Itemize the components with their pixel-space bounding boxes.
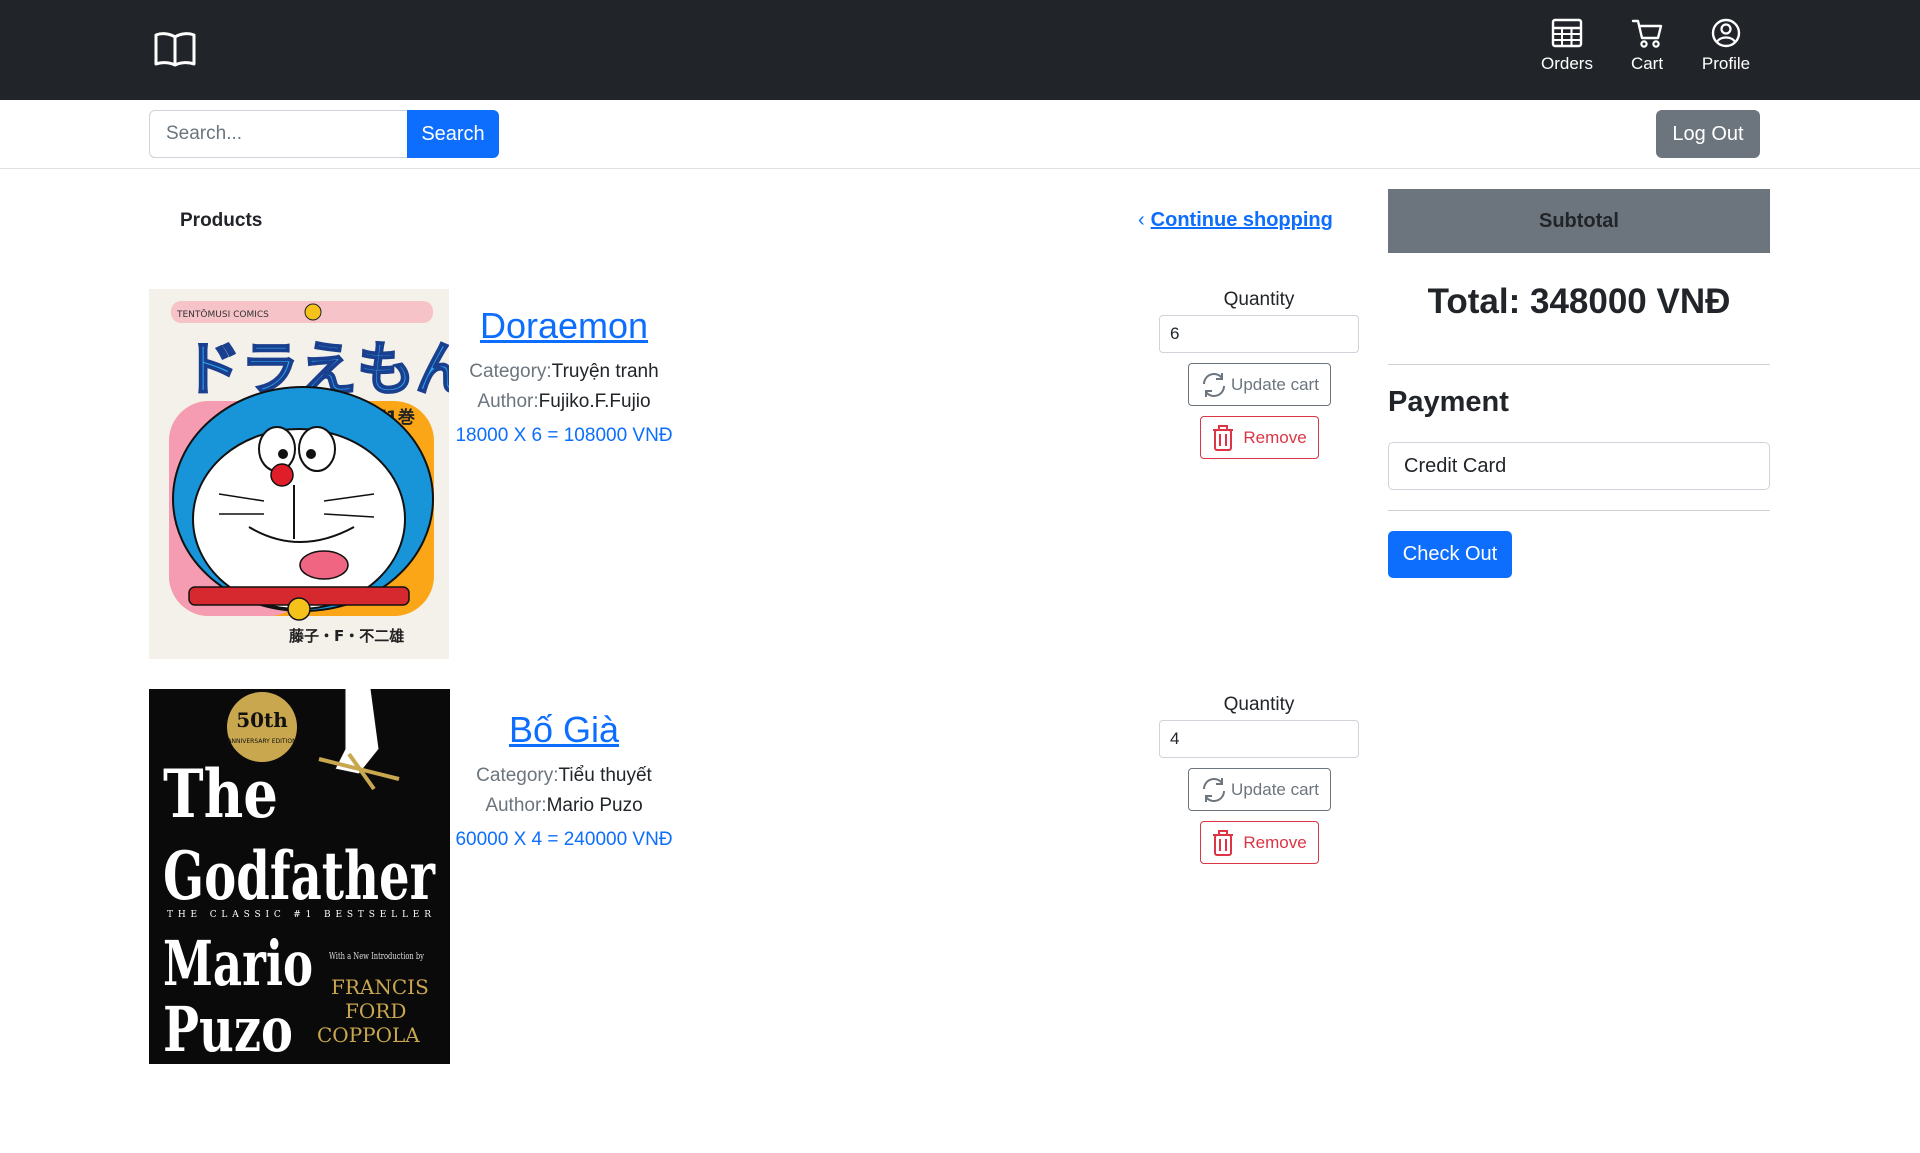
product-title-link[interactable]: Bố Già <box>439 709 689 751</box>
cover-title-line2: Godfather <box>163 837 436 915</box>
cart-icon <box>1631 19 1663 48</box>
chevron-left-icon: ‹ <box>1138 209 1145 231</box>
cover-badge-top: 50th <box>236 708 288 732</box>
nav-orders[interactable]: Orders <box>1535 18 1599 74</box>
payment-method-select[interactable]: Credit Card <box>1388 442 1770 490</box>
search-input[interactable] <box>149 110 408 158</box>
category-value: Tiểu thuyết <box>558 765 652 786</box>
cart-item: 50th ANNIVERSARY EDITION The Godfather T… <box>149 689 1359 1064</box>
book-logo-icon[interactable] <box>153 31 197 67</box>
cover-intro-name1: FRANCIS <box>331 975 429 999</box>
payment-method-value: Credit Card <box>1404 454 1507 477</box>
remove-button[interactable]: Remove <box>1199 821 1319 864</box>
product-title-link[interactable]: Doraemon <box>439 305 689 347</box>
subtotal-header: Subtotal <box>1388 189 1770 253</box>
author-label: Author: <box>477 391 539 412</box>
author-value: Mario Puzo <box>546 795 643 816</box>
quantity-block: Quantity Update cart Remove <box>1158 694 1360 864</box>
cover-author-line1: Mario <box>163 927 313 1000</box>
quantity-label: Quantity <box>1223 694 1295 715</box>
product-category: Category:Truyện tranh <box>439 357 689 387</box>
update-cart-label: Update cart <box>1231 374 1319 394</box>
category-value: Truyện tranh <box>551 361 659 382</box>
cover-author: 藤子・F・不二雄 <box>289 627 404 645</box>
quantity-input[interactable] <box>1159 315 1359 353</box>
author-label: Author: <box>485 795 547 816</box>
product-category: Category:Tiểu thuyết <box>439 761 689 791</box>
trash-icon <box>1213 424 1234 451</box>
refresh-icon <box>1203 372 1226 397</box>
quantity-input[interactable] <box>1159 720 1359 758</box>
checkout-button[interactable]: Check Out <box>1388 531 1512 578</box>
product-info: Bố Già Category:Tiểu thuyết Author:Mario… <box>439 709 689 851</box>
category-label: Category: <box>476 765 559 786</box>
order-total: Total: 348000 VNĐ <box>1427 282 1731 321</box>
trash-icon <box>1213 829 1234 856</box>
payment-heading: Payment <box>1388 386 1509 418</box>
update-cart-button[interactable]: Update cart <box>1187 768 1331 811</box>
cover-intro-name3: COPPOLA <box>317 1023 420 1047</box>
search-button[interactable]: Search <box>407 110 499 158</box>
top-navbar: Orders Cart Profile <box>0 0 1920 100</box>
cover-title-line1: The <box>163 755 278 833</box>
table-icon <box>1551 18 1583 48</box>
cart-item: TENTŌMUSI COMICS ドラえもん 第1巻 藤子・F・不二雄 Dora… <box>149 289 1359 659</box>
author-value: Fujiko.F.Fujio <box>538 391 651 412</box>
quantity-label: Quantity <box>1223 289 1295 310</box>
product-info: Doraemon Category:Truyện tranh Author:Fu… <box>439 305 689 447</box>
remove-label: Remove <box>1243 427 1307 447</box>
quantity-block: Quantity Update cart Remove <box>1158 289 1360 459</box>
remove-label: Remove <box>1243 832 1307 852</box>
category-label: Category: <box>469 361 552 382</box>
product-price-line: 60000 X 4 = 240000 VNĐ <box>455 829 673 850</box>
remove-button[interactable]: Remove <box>1199 416 1319 459</box>
cover-header: TENTŌMUSI COMICS <box>176 309 269 320</box>
nav-profile[interactable]: Profile <box>1697 18 1755 74</box>
godfather-cover-image: 50th ANNIVERSARY EDITION The Godfather T… <box>149 689 450 1064</box>
logout-button[interactable]: Log Out <box>1656 110 1760 158</box>
cover-intro-name2: FORD <box>345 999 406 1023</box>
refresh-icon <box>1203 777 1226 802</box>
product-price-line: 18000 X 6 = 108000 VNĐ <box>455 425 673 446</box>
nav-orders-label: Orders <box>1541 54 1593 73</box>
products-heading: Products <box>180 210 263 231</box>
cover-badge-bottom: ANNIVERSARY EDITION <box>227 738 296 745</box>
doraemon-cover-image: TENTŌMUSI COMICS ドラえもん 第1巻 藤子・F・不二雄 <box>149 289 449 659</box>
cover-intro: With a New Introduction by <box>329 952 425 962</box>
nav-cart[interactable]: Cart <box>1626 18 1668 74</box>
nav-profile-label: Profile <box>1701 54 1751 73</box>
product-author: Author:Mario Puzo <box>439 791 689 821</box>
product-author: Author:Fujiko.F.Fujio <box>439 387 689 417</box>
search-bar: Search Log Out <box>0 100 1920 169</box>
update-cart-label: Update cart <box>1231 779 1319 799</box>
user-circle-icon <box>1711 18 1741 48</box>
divider <box>1388 364 1770 365</box>
continue-shopping-label: Continue shopping <box>1150 209 1333 231</box>
nav-cart-label: Cart <box>1630 54 1664 73</box>
continue-shopping-link[interactable]: ‹ Continue shopping <box>1138 209 1333 232</box>
cover-author-line2: Puzo <box>163 993 293 1064</box>
update-cart-button[interactable]: Update cart <box>1187 363 1331 406</box>
divider <box>1388 510 1770 511</box>
